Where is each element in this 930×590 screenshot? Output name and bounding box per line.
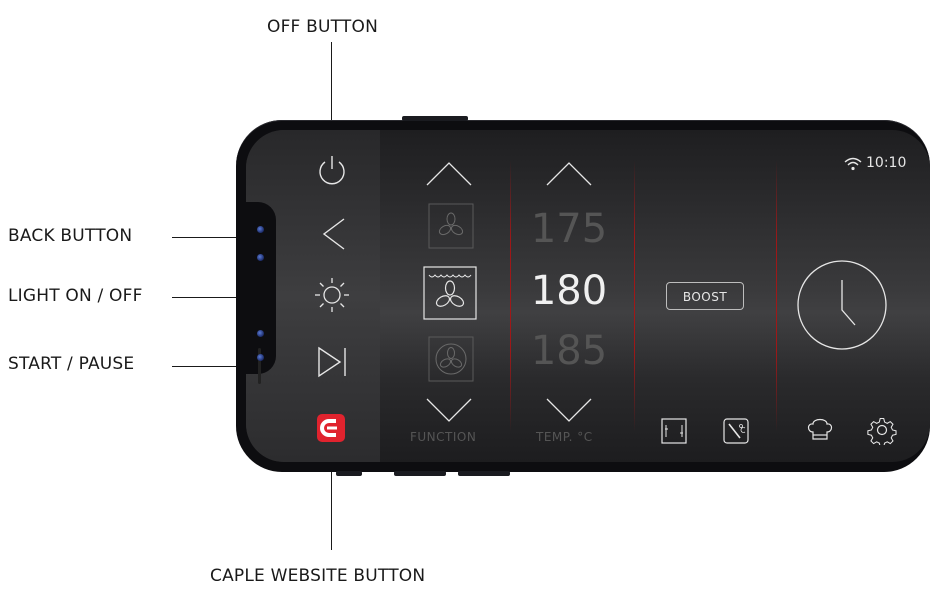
sensor-lens: [257, 226, 264, 233]
function-up-chevron-icon[interactable]: [424, 160, 474, 188]
back-chevron-icon[interactable]: [318, 216, 348, 252]
website-button-callout: CAPLE WEBSITE BUTTON: [210, 566, 426, 586]
temperature-current: 180: [530, 268, 608, 314]
function-caption: FUNCTION: [410, 430, 477, 444]
oven-control-screen: FUNCTION 175 180 185 TEMP. °C BOOST 10:1…: [246, 130, 930, 462]
sensor-notch: [246, 202, 276, 384]
back-button-callout: BACK BUTTON: [8, 226, 133, 246]
oven-cavity-icon[interactable]: [660, 417, 688, 445]
fan-icon[interactable]: [428, 203, 474, 249]
light-bulb-icon[interactable]: [313, 276, 351, 314]
device-frame: FUNCTION 175 180 185 TEMP. °C BOOST 10:1…: [236, 116, 930, 476]
light-toggle-callout: LIGHT ON / OFF: [8, 286, 143, 306]
off-button-callout: OFF BUTTON: [267, 17, 379, 37]
probe-temperature-icon[interactable]: [722, 417, 750, 445]
bottom-side-button-2: [394, 471, 446, 476]
sensor-lens: [257, 354, 264, 361]
column-divider: [776, 160, 777, 432]
chef-hat-icon[interactable]: [805, 415, 835, 445]
play-pause-icon[interactable]: [316, 346, 350, 378]
temperature-up-chevron-icon[interactable]: [544, 160, 594, 188]
sensor-lens: [257, 254, 264, 261]
caple-logo-icon[interactable]: [316, 413, 346, 443]
boost-button[interactable]: BOOST: [666, 282, 744, 310]
power-icon[interactable]: [315, 154, 349, 188]
column-divider: [510, 160, 511, 432]
fan-with-top-heat-icon[interactable]: [423, 266, 477, 320]
temperature-down-chevron-icon[interactable]: [544, 396, 594, 424]
temperature-caption: TEMP. °C: [536, 430, 593, 444]
temperature-next[interactable]: 185: [519, 328, 619, 374]
top-side-button: [402, 116, 468, 121]
status-time: 10:10: [866, 155, 907, 171]
clock-icon[interactable]: [795, 258, 889, 352]
function-down-chevron-icon[interactable]: [424, 396, 474, 424]
bottom-side-button-3: [458, 471, 510, 476]
sensor-lens: [257, 330, 264, 337]
start-pause-callout: START / PAUSE: [8, 354, 135, 374]
temperature-previous[interactable]: 175: [519, 206, 619, 252]
column-divider: [634, 160, 635, 432]
fan-circle-icon[interactable]: [428, 336, 474, 382]
settings-gear-icon[interactable]: [867, 415, 897, 445]
bottom-side-button-1: [336, 471, 362, 476]
wifi-icon: [844, 157, 862, 171]
